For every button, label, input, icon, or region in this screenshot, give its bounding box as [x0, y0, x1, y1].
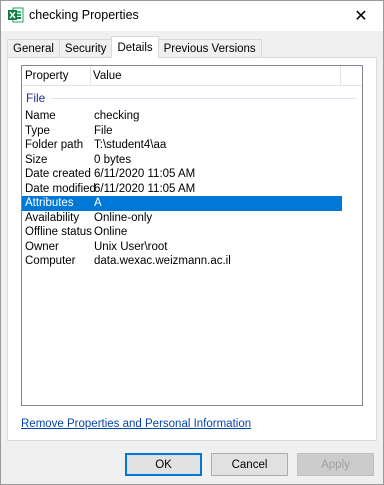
group-divider: [51, 98, 356, 99]
property-value: checking: [94, 110, 140, 123]
table-row[interactable]: Size 0 bytes: [22, 153, 342, 168]
details-list[interactable]: Property Value File Name checking Type Fil…: [21, 65, 363, 406]
table-row[interactable]: Name checking: [22, 109, 342, 124]
tab-details[interactable]: Details: [111, 36, 159, 58]
table-row[interactable]: Date modified 6/11/2020 11:05 AM: [22, 182, 342, 197]
property-value: File: [94, 124, 113, 137]
cancel-button[interactable]: Cancel: [211, 453, 288, 476]
tab-security[interactable]: Security: [58, 39, 113, 58]
property-name: Date created: [25, 168, 91, 181]
table-row[interactable]: Type File: [22, 124, 342, 139]
table-row[interactable]: Owner Unix User\root: [22, 240, 342, 255]
property-value: 6/11/2020 11:05 AM: [94, 182, 196, 195]
close-button[interactable]: ✕: [339, 1, 383, 31]
excel-icon: [8, 7, 24, 23]
tab-label: Details: [117, 41, 153, 54]
ok-button[interactable]: OK: [125, 453, 202, 476]
table-row[interactable]: Date created 6/11/2020 11:05 AM: [22, 167, 342, 182]
table-row[interactable]: Offline status Online: [22, 225, 342, 240]
tab-label: General: [13, 43, 54, 55]
details-panel: Property Value File Name checking Type Fil…: [7, 57, 377, 441]
table-row[interactable]: Computer data.wexac.weizmann.ac.il: [22, 254, 342, 269]
property-name: Type: [25, 124, 50, 137]
tab-general[interactable]: General: [7, 39, 60, 58]
property-name: Date modified: [25, 182, 96, 195]
property-name: Offline status: [25, 226, 92, 239]
remove-properties-link[interactable]: Remove Properties and Personal Informati…: [21, 418, 251, 430]
property-value: 0 bytes: [94, 153, 132, 166]
column-header-value[interactable]: Value: [91, 66, 341, 86]
properties-dialog: checking Properties ✕ General Security D…: [0, 0, 384, 485]
property-value: 6/11/2020 11:05 AM: [94, 168, 196, 181]
property-value: Unix User\root: [94, 240, 168, 253]
tab-label: Security: [64, 43, 107, 55]
list-header: Property Value: [22, 66, 362, 86]
property-name: Availability: [25, 211, 80, 224]
property-name: Name: [25, 110, 56, 123]
column-header-property[interactable]: Property: [22, 66, 91, 86]
property-value: A: [94, 197, 102, 210]
title-bar: checking Properties ✕: [1, 1, 383, 31]
property-rows: Name checking Type File Folder path T:\stud…: [22, 109, 362, 269]
property-name: Folder path: [25, 139, 84, 152]
property-value: Online: [94, 226, 128, 239]
property-name: Attributes: [25, 197, 74, 210]
property-value: data.wexac.weizmann.ac.il: [94, 255, 231, 268]
group-label: File: [26, 91, 46, 105]
tab-strip: General Security Details Previous Versio…: [7, 36, 262, 58]
property-name: Computer: [25, 255, 76, 268]
tab-label: Previous Versions: [163, 43, 256, 55]
property-value: T:\student4\aa: [94, 139, 167, 152]
table-row-selected[interactable]: Attributes A: [22, 196, 342, 211]
property-name: Size: [25, 153, 48, 166]
table-row[interactable]: Folder path T:\student4\aa: [22, 138, 342, 153]
tab-previous-versions[interactable]: Previous Versions: [157, 39, 262, 58]
property-value: Online-only: [94, 211, 153, 224]
property-name: Owner: [25, 240, 59, 253]
table-row[interactable]: Availability Online-only: [22, 211, 342, 226]
window-title: checking Properties: [29, 8, 139, 22]
apply-button[interactable]: Apply: [297, 453, 374, 476]
close-icon: ✕: [354, 8, 368, 25]
group-header-file: File: [26, 90, 356, 106]
